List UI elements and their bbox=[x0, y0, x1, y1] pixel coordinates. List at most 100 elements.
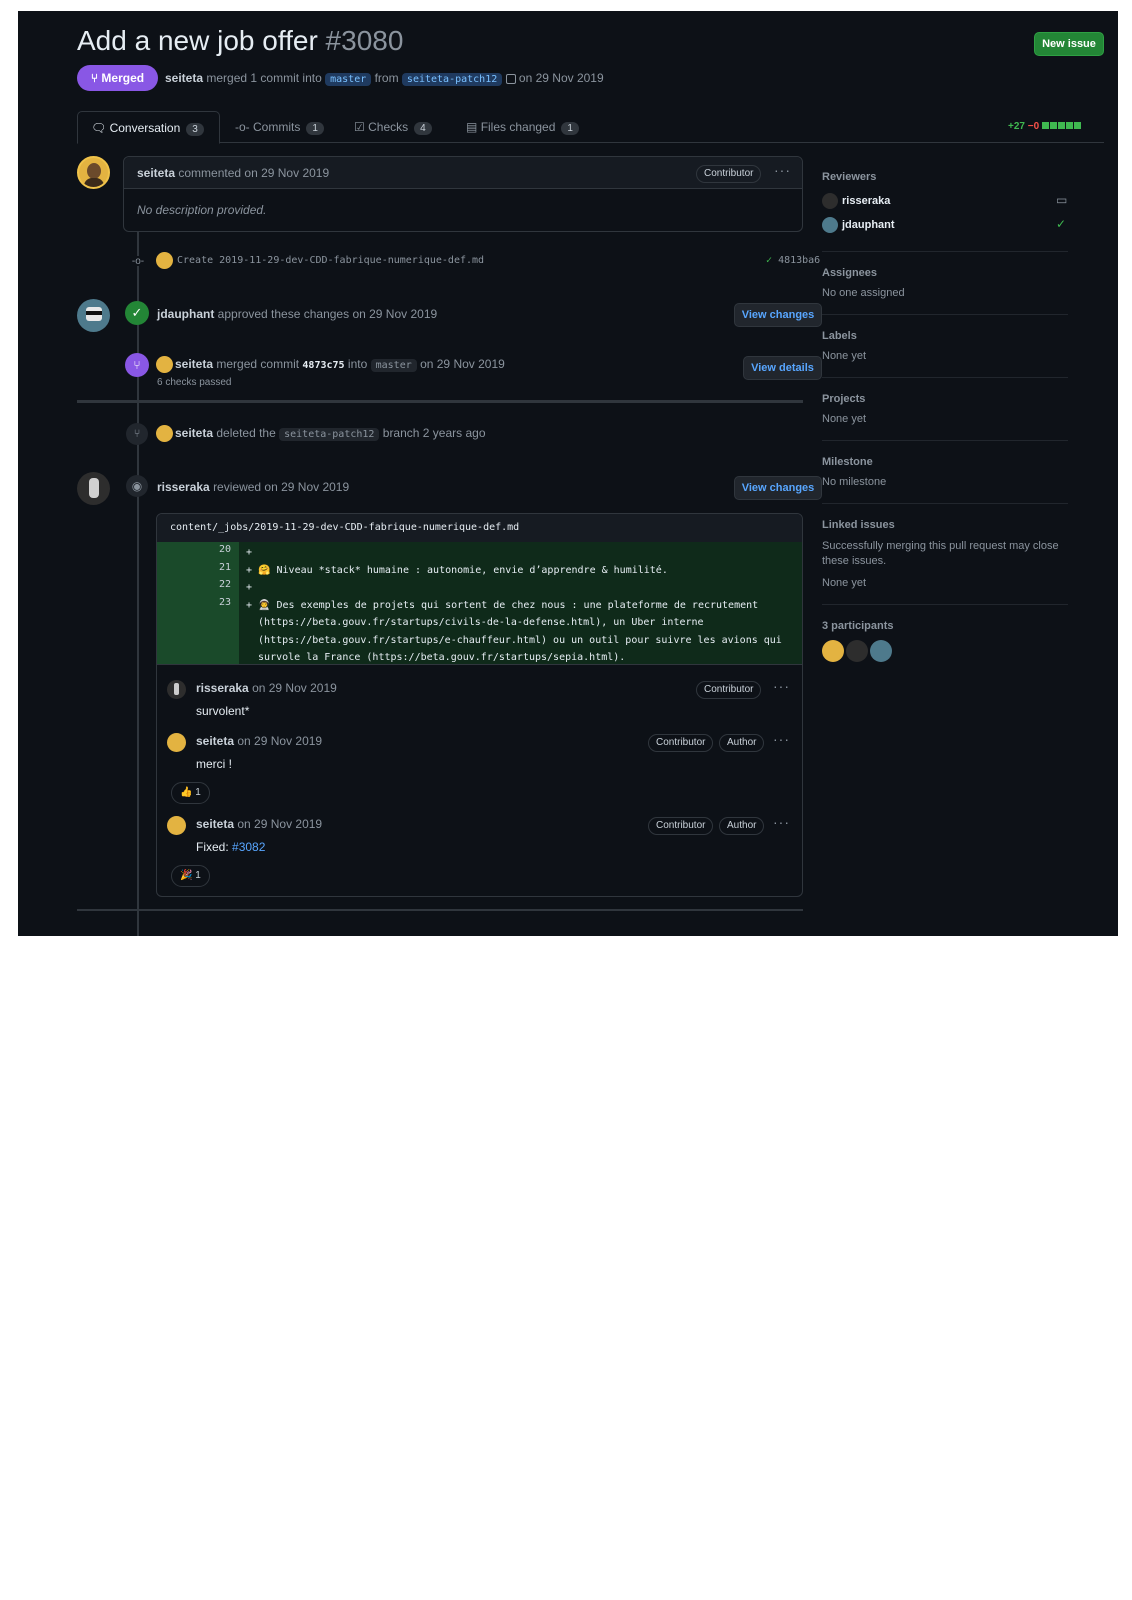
reviewer-name[interactable]: jdauphant bbox=[842, 219, 895, 231]
avatar[interactable] bbox=[167, 680, 186, 699]
avatar[interactable] bbox=[870, 640, 892, 662]
labels-heading[interactable]: Labels bbox=[822, 330, 1082, 342]
view-details-button[interactable]: View details bbox=[743, 356, 822, 380]
diffstat-blocks bbox=[1041, 121, 1081, 132]
diffstat-added: +27 bbox=[1008, 121, 1025, 133]
comment-author[interactable]: seiteta bbox=[196, 734, 234, 748]
linked-issues-heading[interactable]: Linked issues bbox=[822, 519, 1082, 531]
base-branch[interactable]: master bbox=[325, 73, 372, 86]
more-options-icon[interactable]: ··· bbox=[773, 678, 790, 694]
reaction-tada[interactable]: 🎉 1 bbox=[171, 865, 210, 887]
commit-sha[interactable]: 4813ba6 bbox=[778, 255, 820, 266]
comment-author[interactable]: seiteta bbox=[196, 817, 234, 831]
line-content: + 👨‍🚀 Des exemples de projets qui sorten… bbox=[246, 599, 759, 611]
merger-link[interactable]: seiteta bbox=[175, 357, 213, 371]
view-changes-button[interactable]: View changes bbox=[734, 476, 822, 500]
diff-line: (https://beta.gouv.fr/startups/e-chauffe… bbox=[157, 632, 802, 650]
milestone-value: No milestone bbox=[822, 476, 887, 488]
avatar[interactable] bbox=[77, 156, 110, 189]
line-number[interactable]: 23 bbox=[157, 597, 231, 608]
approver-link[interactable]: jdauphant bbox=[157, 307, 214, 321]
comment-author[interactable]: seiteta bbox=[137, 166, 175, 180]
diff-line: 20 + bbox=[157, 544, 802, 562]
line-number[interactable]: 20 bbox=[157, 544, 231, 555]
assignees-heading[interactable]: Assignees bbox=[822, 267, 1082, 279]
deleted-text: deleted the bbox=[216, 426, 276, 440]
merge-sha[interactable]: 4873c75 bbox=[302, 360, 344, 371]
check-icon: ✓ bbox=[766, 255, 773, 266]
line-number[interactable]: 22 bbox=[157, 579, 231, 590]
contributor-badge: Contributor bbox=[648, 817, 714, 835]
pull-request-page: Add a new job offer #3080 New issue ⑂ Me… bbox=[18, 11, 1118, 936]
timeline-separator bbox=[77, 400, 803, 403]
tab-label: Conversation bbox=[109, 121, 181, 135]
line-number[interactable]: 21 bbox=[157, 562, 231, 573]
new-issue-button[interactable]: New issue bbox=[1034, 32, 1104, 56]
comment-date[interactable]: on 29 Nov 2019 bbox=[252, 681, 337, 695]
tab-commits[interactable]: -o- Commits 1 bbox=[235, 120, 324, 135]
diff-hunk: 20 +21 + 🤗 Niveau *stack* humaine : autono… bbox=[157, 542, 802, 664]
merge-branch[interactable]: master bbox=[370, 359, 417, 372]
merged-text: merged 1 commit into bbox=[206, 71, 322, 85]
avatar[interactable] bbox=[822, 193, 838, 209]
author-link[interactable]: seiteta bbox=[165, 71, 203, 85]
comment-author[interactable]: risseraka bbox=[196, 681, 249, 695]
deleter-link[interactable]: seiteta bbox=[175, 426, 213, 440]
assignees-value: No one assigned bbox=[822, 287, 905, 299]
reaction-thumbs-up[interactable]: 👍 1 bbox=[171, 782, 210, 804]
reviewer-row: risseraka ▭ bbox=[822, 191, 1082, 215]
comment-discussion-icon: 🗨 bbox=[91, 121, 107, 135]
merge-icon: ⑂ bbox=[90, 71, 99, 85]
milestone-heading[interactable]: Milestone bbox=[822, 456, 1082, 468]
comment-date[interactable]: on 29 Nov 2019 bbox=[237, 734, 322, 748]
reviewer-name[interactable]: risseraka bbox=[842, 195, 890, 207]
comment-date[interactable]: on 29 Nov 2019 bbox=[237, 817, 322, 831]
pr-number: #3080 bbox=[325, 25, 404, 56]
commit-message[interactable]: Create 2019-11-29-dev-CDD-fabrique-numer… bbox=[177, 255, 484, 266]
avatar[interactable] bbox=[822, 640, 844, 662]
tab-counter: 1 bbox=[561, 122, 579, 135]
tab-files-changed[interactable]: ▤ Files changed 1 bbox=[466, 120, 579, 135]
review-text: reviewed on 29 Nov 2019 bbox=[213, 480, 350, 494]
view-changes-button[interactable]: View changes bbox=[734, 303, 822, 327]
merge-summary: seiteta merged 1 commit into master from… bbox=[165, 71, 604, 86]
reviewers-heading[interactable]: Reviewers bbox=[822, 171, 1082, 183]
comment-body: merci ! bbox=[196, 757, 232, 771]
avatar[interactable] bbox=[156, 425, 173, 442]
author-badge: Author bbox=[719, 817, 765, 835]
avatar[interactable] bbox=[846, 640, 868, 662]
head-branch[interactable]: seiteta-patch12 bbox=[401, 73, 503, 86]
reviewer-link[interactable]: risseraka bbox=[157, 480, 210, 494]
review-event: risseraka reviewed on 29 Nov 2019 bbox=[157, 480, 349, 494]
tab-checks[interactable]: ☑ Checks 4 bbox=[354, 120, 432, 135]
copy-icon[interactable] bbox=[505, 73, 516, 84]
contributor-badge: Contributor bbox=[696, 165, 762, 183]
avatar[interactable] bbox=[156, 356, 173, 373]
avatar[interactable] bbox=[77, 472, 110, 505]
from-text: from bbox=[374, 71, 399, 85]
more-options-icon[interactable]: ··· bbox=[773, 814, 790, 830]
timeline-line bbox=[137, 231, 139, 936]
checks-passed[interactable]: 6 checks passed bbox=[157, 377, 232, 388]
more-options-icon[interactable]: ··· bbox=[773, 731, 790, 747]
avatar[interactable] bbox=[167, 733, 186, 752]
comment-action: commented on 29 Nov 2019 bbox=[178, 166, 330, 180]
review-comment-header: seiteta on 29 Nov 2019 bbox=[196, 734, 322, 748]
projects-heading[interactable]: Projects bbox=[822, 393, 1082, 405]
sidebar-divider bbox=[822, 377, 1068, 378]
approval-event: jdauphant approved these changes on 29 N… bbox=[157, 307, 437, 321]
avatar[interactable] bbox=[822, 217, 838, 233]
avatar[interactable] bbox=[77, 299, 110, 332]
more-options-icon[interactable]: ··· bbox=[774, 162, 791, 178]
avatar[interactable] bbox=[167, 816, 186, 835]
issue-link[interactable]: #3082 bbox=[232, 840, 265, 854]
timeline-separator bbox=[77, 909, 803, 911]
avatar[interactable] bbox=[156, 252, 173, 269]
line-content: + 🤗 Niveau *stack* humaine : autonomie, … bbox=[246, 564, 668, 576]
diff-line: 21 + 🤗 Niveau *stack* humaine : autonomie… bbox=[157, 562, 802, 580]
review-comment-header: risseraka on 29 Nov 2019 bbox=[196, 681, 337, 695]
reviewer-row: jdauphant ✓ bbox=[822, 215, 1082, 239]
tab-conversation[interactable]: 🗨 Conversation 3 bbox=[77, 111, 220, 144]
line-content: (https://beta.gouv.fr/startups/e-chauffe… bbox=[246, 634, 782, 646]
file-path[interactable]: content/_jobs/2019-11-29-dev-CDD-fabriqu… bbox=[157, 514, 802, 542]
